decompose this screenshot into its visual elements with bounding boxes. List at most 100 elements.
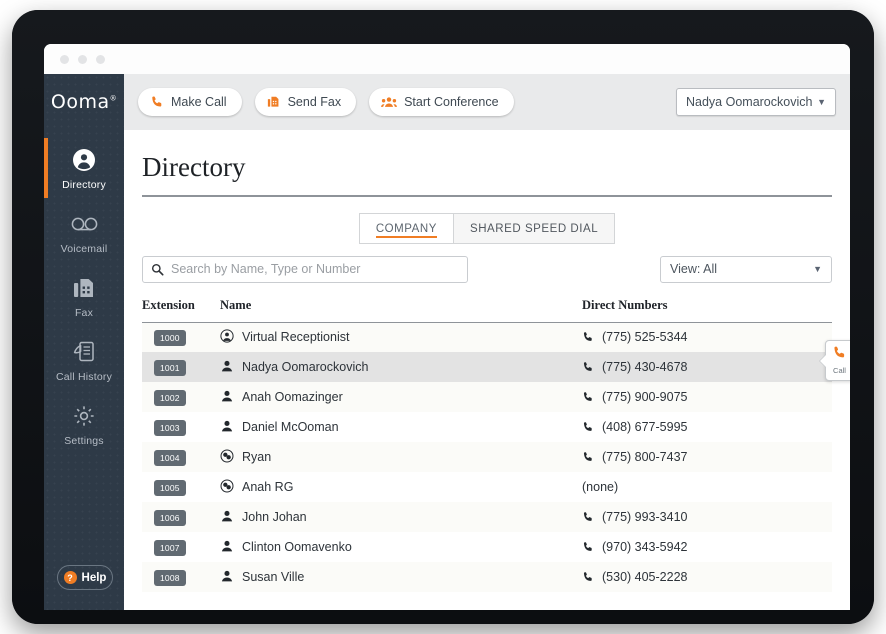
table-row[interactable]: 1006 John Johan (775) 993-3410: [142, 502, 832, 532]
help-button-label: Help: [81, 571, 107, 584]
phone-icon: [582, 451, 594, 463]
title-divider: [142, 195, 832, 197]
extension-badge: 1004: [154, 450, 186, 466]
view-filter-value: View: All: [670, 262, 718, 276]
phone-icon: [582, 571, 594, 583]
extension-badge: 1001: [154, 360, 186, 376]
sidebar-item-call-history[interactable]: Call History: [44, 328, 124, 392]
cell-extension: 1008: [142, 562, 220, 592]
cell-name: Anah Oomazinger: [220, 382, 582, 412]
name-text: Clinton Oomavenko: [242, 540, 352, 554]
cell-extension: 1003: [142, 412, 220, 442]
column-header-extension: Extension: [142, 297, 220, 323]
table-row[interactable]: 1007 Clinton Oomavenko (970) 343-5942: [142, 532, 832, 562]
number-text: (775) 800-7437: [602, 450, 688, 464]
call-action-button[interactable]: Call: [825, 339, 850, 381]
table-head: Extension Name Direct Numbers: [142, 297, 832, 323]
sidebar-item-voicemail[interactable]: Voicemail: [44, 200, 124, 264]
start-conference-button[interactable]: Start Conference: [369, 88, 514, 116]
user-account-value: Nadya Oomarockovich: [686, 95, 813, 109]
phone-icon: [582, 511, 594, 523]
cell-name: Anah RG: [220, 472, 582, 502]
sidebar-item-label: Call History: [55, 371, 113, 383]
device-frame: Ooma® Directory Voicemail Fax Call Histo…: [12, 10, 874, 624]
filter-row: Search by Name, Type or Number View: All…: [142, 255, 832, 283]
table-row[interactable]: 1003 Daniel McOoman (408) 677-5995: [142, 412, 832, 442]
column-header-direct-numbers: Direct Numbers: [582, 297, 832, 323]
table-row[interactable]: 1005 Anah RG (none): [142, 472, 832, 502]
cell-name: Susan Ville: [220, 562, 582, 592]
cell-name: Ryan: [220, 442, 582, 472]
sidebar-item-label: Fax: [74, 307, 94, 319]
window-minimize-dot[interactable]: [78, 54, 87, 64]
cell-extension: 1005: [142, 472, 220, 502]
screenshot-root: Ooma® Directory Voicemail Fax Call Histo…: [0, 0, 886, 634]
person-icon: [220, 419, 234, 436]
logo-registered-mark: ®: [109, 94, 118, 103]
person-icon: [220, 509, 234, 526]
tab-company[interactable]: COMPANY: [358, 212, 454, 244]
table-row[interactable]: 1001 Nadya Oomarockovich (775) 430-4678: [142, 352, 832, 382]
cell-direct-number: (775) 993-3410: [582, 502, 832, 532]
sidebar-item-settings[interactable]: Settings: [44, 392, 124, 456]
cell-name: Virtual Receptionist: [220, 322, 582, 352]
tab-shared-speed-dial[interactable]: SHARED SPEED DIAL: [453, 212, 616, 244]
cell-direct-number: (775) 430-4678: [582, 352, 832, 382]
window-close-dot[interactable]: [60, 54, 69, 64]
start-conference-label: Start Conference: [404, 95, 499, 109]
search-input[interactable]: Search by Name, Type or Number: [142, 255, 468, 283]
table-row[interactable]: 1002 Anah Oomazinger (775) 900-9075: [142, 382, 832, 412]
page-title: Directory: [142, 152, 246, 182]
user-circle-icon: [72, 147, 96, 173]
sidebar-item-directory[interactable]: Directory: [44, 136, 124, 200]
number-text: (775) 900-9075: [602, 390, 688, 404]
phone-icon: [582, 331, 594, 343]
sidebar-nav: Directory Voicemail Fax Call History Set…: [44, 130, 124, 456]
voicemail-icon: [71, 211, 98, 237]
person-icon: [220, 569, 234, 586]
number-text: (970) 343-5942: [602, 540, 688, 554]
name-text: John Johan: [242, 510, 307, 524]
tab-company-label: COMPANY: [375, 222, 437, 235]
user-account-select[interactable]: Nadya Oomarockovich ▼: [676, 88, 836, 116]
fax-icon: [267, 95, 281, 109]
fax-icon: [72, 275, 96, 301]
tab-active-underline: [375, 235, 437, 238]
extension-badge: 1008: [154, 570, 186, 586]
chevron-down-icon: ▼: [817, 97, 826, 107]
page-content: Directory COMPANY SHARED SPEED DIAL Sear…: [124, 130, 850, 592]
help-button[interactable]: ? Help: [57, 565, 113, 590]
phone-icon: [582, 361, 594, 373]
table-row[interactable]: 1000 Virtual Receptionist (775) 525-5344: [142, 322, 832, 352]
main-area: Make Call Send Fax Start Conference Nady…: [124, 74, 850, 610]
make-call-button[interactable]: Make Call: [138, 88, 242, 116]
extension-badge: 1002: [154, 390, 186, 406]
people-icon: [381, 95, 398, 109]
cell-extension: 1004: [142, 442, 220, 472]
sidebar-item-label: Directory: [62, 179, 106, 191]
chevron-down-icon: ▼: [813, 264, 822, 274]
ring-group-icon: [220, 479, 234, 496]
sidebar-item-fax[interactable]: Fax: [44, 264, 124, 328]
name-text: Susan Ville: [242, 570, 305, 584]
call-action-label: Call: [833, 366, 846, 375]
app-logo: Ooma®: [44, 74, 124, 130]
table-row[interactable]: 1004 Ryan (775) 800-7437: [142, 442, 832, 472]
browser-window: Ooma® Directory Voicemail Fax Call Histo…: [44, 44, 850, 610]
extension-badge: 1007: [154, 540, 186, 556]
number-text: (775) 430-4678: [602, 360, 688, 374]
name-text: Ryan: [242, 450, 272, 464]
extension-badge: 1003: [154, 420, 186, 436]
table-row[interactable]: 1008 Susan Ville (530) 405-2228: [142, 562, 832, 592]
cell-name: Nadya Oomarockovich: [220, 352, 582, 382]
table-body: 1000 Virtual Receptionist (775) 525-5344…: [142, 322, 832, 592]
window-maximize-dot[interactable]: [96, 54, 105, 64]
tabs: COMPANY SHARED SPEED DIAL: [358, 212, 616, 244]
logo-text: Ooma: [50, 91, 110, 113]
call-history-icon: [72, 339, 97, 365]
cell-name: John Johan: [220, 502, 582, 532]
sidebar-item-label: Voicemail: [60, 243, 108, 255]
view-filter-select[interactable]: View: All ▼: [660, 255, 832, 283]
send-fax-button[interactable]: Send Fax: [254, 88, 357, 116]
number-text: (530) 405-2228: [602, 570, 688, 584]
